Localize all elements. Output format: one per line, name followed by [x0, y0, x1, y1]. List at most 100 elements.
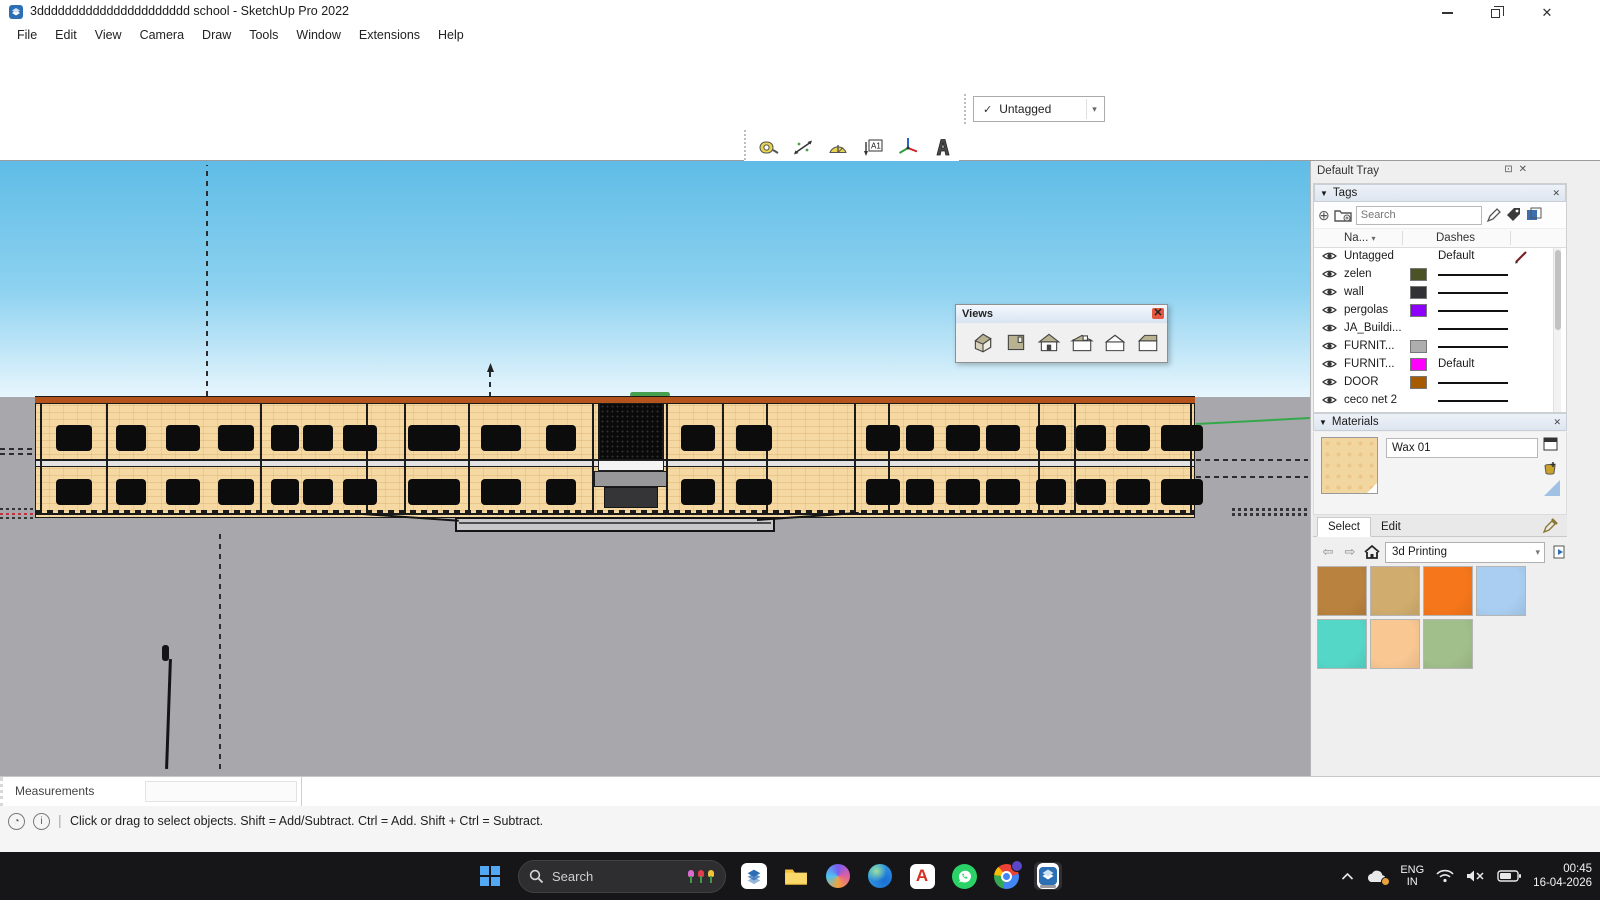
tag-name[interactable]: wall — [1344, 286, 1364, 298]
material-preview[interactable] — [1321, 437, 1378, 494]
tag-dash-preview[interactable] — [1438, 292, 1508, 294]
menu-tools[interactable]: Tools — [240, 26, 287, 44]
tag-name[interactable]: JA_Buildi... — [1344, 322, 1402, 334]
tags-header[interactable]: ▼ Tags ✕ — [1314, 184, 1566, 202]
taskbar-search[interactable]: Search — [518, 860, 726, 893]
tag-row[interactable]: pergolas — [1314, 302, 1552, 320]
right-view-button[interactable] — [1133, 327, 1163, 359]
whatsapp-taskbar-icon[interactable] — [950, 862, 978, 890]
visibility-eye-icon[interactable] — [1322, 287, 1337, 300]
tag-row[interactable]: Untagged Default — [1314, 248, 1552, 266]
visibility-eye-icon[interactable] — [1322, 251, 1337, 264]
tag-row[interactable]: JA_Buildi... — [1314, 320, 1552, 338]
chevron-down-icon[interactable]: ▾ — [1086, 99, 1102, 119]
materials-header[interactable]: ▼ Materials ✕ — [1313, 413, 1567, 431]
material-collection-dropdown[interactable]: 3d Printing ▾ — [1385, 542, 1545, 563]
tag-dash-preview[interactable] — [1438, 310, 1508, 312]
collapse-triangle-icon[interactable]: ▼ — [1320, 189, 1328, 198]
tag-row[interactable]: wall — [1314, 284, 1552, 302]
tag-dash-label[interactable]: Default — [1438, 250, 1474, 262]
visibility-eye-icon[interactable] — [1322, 377, 1337, 390]
sample-paint-icon[interactable] — [1542, 517, 1559, 534]
chrome-taskbar-icon[interactable] — [992, 862, 1020, 890]
sort-chevron-icon[interactable]: ▾ — [1372, 234, 1376, 243]
protractor-tool-icon[interactable] — [822, 130, 854, 164]
tag-name[interactable]: Untagged — [1344, 250, 1394, 262]
menu-camera[interactable]: Camera — [131, 26, 193, 44]
tags-column-header[interactable]: Na... ▾ Dashes — [1314, 228, 1566, 248]
toolbar-grip[interactable] — [964, 94, 969, 124]
display-pane-icon[interactable] — [1543, 437, 1558, 451]
language-indicator[interactable]: ENG IN — [1400, 864, 1424, 888]
menu-extensions[interactable]: Extensions — [350, 26, 429, 44]
axes-tool-icon[interactable] — [892, 130, 924, 164]
tag-color-swatch[interactable] — [1410, 268, 1427, 281]
copilot-taskbar-icon[interactable] — [824, 862, 852, 890]
visibility-eye-icon[interactable] — [1322, 323, 1337, 336]
tray-chevron-up-icon[interactable] — [1341, 872, 1354, 881]
geolocation-status-icon[interactable]: ◔ — [8, 813, 25, 830]
tag-dash-label[interactable]: Default — [1438, 358, 1474, 370]
menu-help[interactable]: Help — [429, 26, 473, 44]
materials-close-icon[interactable]: ✕ — [1553, 417, 1561, 428]
model-viewport[interactable]: Views ✕ — [0, 161, 1310, 776]
sketchup-pro-taskbar-icon[interactable] — [1034, 862, 1062, 890]
collapse-triangle-icon[interactable]: ▼ — [1319, 418, 1327, 427]
top-view-button[interactable] — [1001, 327, 1031, 359]
details-icon[interactable] — [1553, 545, 1567, 559]
column-name-label[interactable]: Na... — [1344, 232, 1368, 244]
pencil-icon[interactable] — [1486, 207, 1502, 223]
tag-row[interactable]: DOOR — [1314, 374, 1552, 392]
menu-view[interactable]: View — [86, 26, 131, 44]
tag-name[interactable]: FURNIT... — [1344, 358, 1394, 370]
edge-taskbar-icon[interactable] — [866, 862, 894, 890]
clock[interactable]: 00:45 16-04-2026 — [1533, 862, 1592, 890]
material-swatch[interactable] — [1370, 619, 1420, 669]
tab-select[interactable]: Select — [1317, 517, 1371, 537]
tray-close-icon[interactable]: ✕ — [1519, 164, 1533, 175]
material-swatch[interactable] — [1317, 566, 1367, 616]
iso-view-button[interactable] — [968, 327, 998, 359]
close-button[interactable]: ✕ — [1524, 0, 1570, 26]
tag-name[interactable]: pergolas — [1344, 304, 1388, 316]
measurements-input[interactable] — [145, 781, 297, 802]
menu-edit[interactable]: Edit — [46, 26, 86, 44]
tags-scrollbar[interactable] — [1553, 248, 1561, 413]
volume-muted-icon[interactable] — [1466, 869, 1485, 883]
sketchup-viewer-taskbar-icon[interactable] — [740, 862, 768, 890]
visibility-eye-icon[interactable] — [1322, 341, 1337, 354]
tag-dash-preview[interactable] — [1438, 328, 1508, 330]
back-arrow-icon[interactable]: ⇦ — [1319, 544, 1337, 560]
info-status-icon[interactable]: i — [33, 813, 50, 830]
menu-draw[interactable]: Draw — [193, 26, 240, 44]
tags-search-input[interactable] — [1356, 206, 1482, 225]
start-button[interactable] — [476, 862, 504, 890]
home-icon[interactable] — [1363, 544, 1381, 560]
tape-measure-tool-icon[interactable] — [752, 130, 784, 164]
views-panel-titlebar[interactable]: Views ✕ — [956, 305, 1167, 323]
tag-color-swatch[interactable] — [1410, 286, 1427, 299]
3d-text-tool-icon[interactable] — [927, 130, 959, 164]
wifi-icon[interactable] — [1436, 869, 1454, 883]
edit-pencil-icon[interactable] — [1514, 250, 1529, 267]
menu-window[interactable]: Window — [287, 26, 349, 44]
onedrive-cloud-icon[interactable] — [1366, 869, 1388, 884]
tag-color-swatch[interactable] — [1410, 358, 1427, 371]
tag-name[interactable]: DOOR — [1344, 376, 1379, 388]
school-building-model[interactable] — [35, 396, 1195, 518]
tag-name[interactable]: FURNIT... — [1344, 340, 1394, 352]
column-dashes-label[interactable]: Dashes — [1436, 232, 1475, 244]
tag-dash-preview[interactable] — [1438, 274, 1508, 276]
visibility-eye-icon[interactable] — [1322, 359, 1337, 372]
material-swatch[interactable] — [1423, 619, 1473, 669]
battery-icon[interactable] — [1497, 870, 1521, 882]
tag-dash-preview[interactable] — [1438, 382, 1508, 384]
tray-titlebar[interactable]: Default Tray ⊡✕ — [1311, 161, 1569, 181]
tag-color-swatch[interactable] — [1410, 340, 1427, 353]
visibility-eye-icon[interactable] — [1322, 269, 1337, 282]
dimension-tool-icon[interactable] — [787, 130, 819, 164]
file-explorer-taskbar-icon[interactable] — [782, 862, 810, 890]
tag-row[interactable]: FURNIT... Default — [1314, 356, 1552, 374]
material-swatch[interactable] — [1476, 566, 1526, 616]
menu-file[interactable]: File — [8, 26, 46, 44]
